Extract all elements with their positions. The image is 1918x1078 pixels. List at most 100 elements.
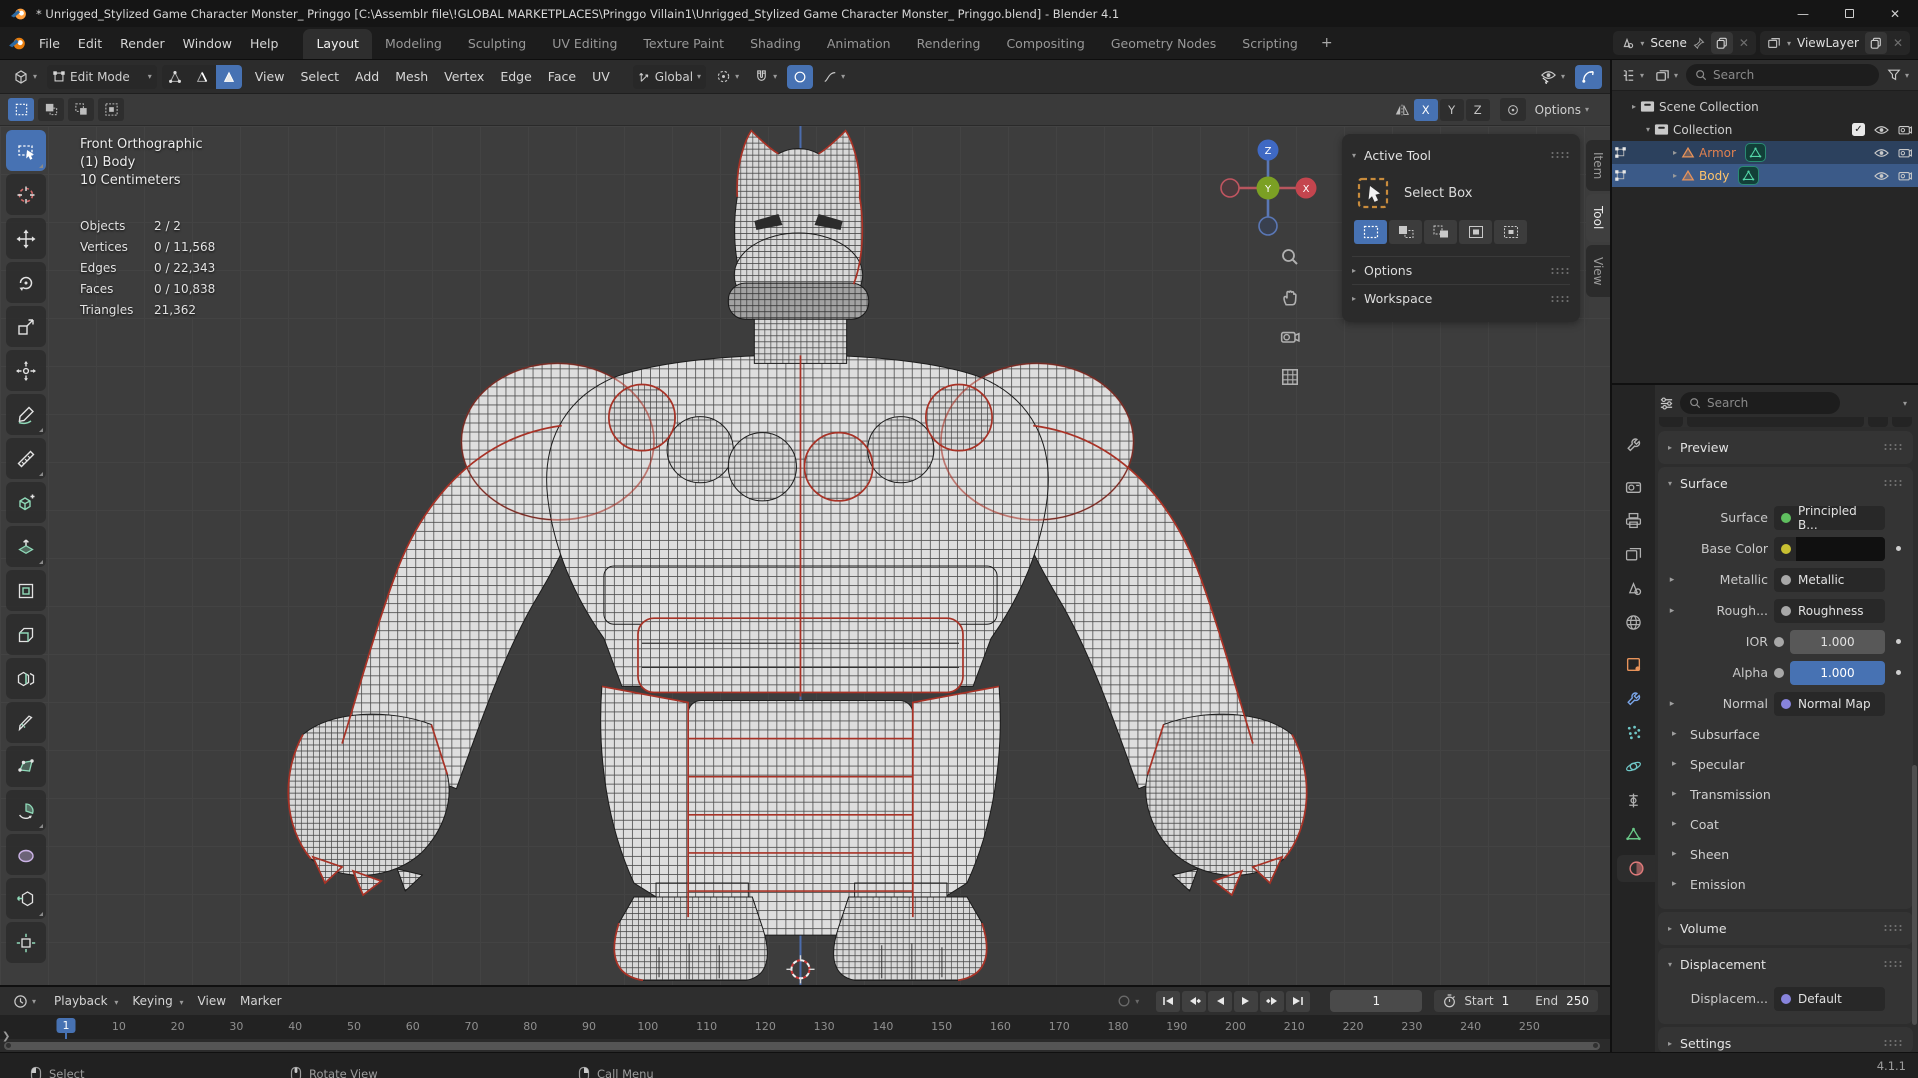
- tool-inset-faces-button[interactable]: [6, 570, 46, 611]
- subpanel-coat[interactable]: ▸ Coat: [1664, 809, 1905, 839]
- properties-tab-constraints[interactable]: [1617, 787, 1651, 814]
- panel-header-volume[interactable]: ▸ Volume: [1658, 913, 1913, 943]
- workspace-tab-sculpting[interactable]: Sculpting: [455, 29, 539, 59]
- face-select-button[interactable]: [215, 64, 242, 89]
- subpanel-emission[interactable]: ▸ Emission: [1664, 869, 1905, 899]
- subpanel-sheen[interactable]: ▸ Sheen: [1664, 839, 1905, 869]
- edge-select-button[interactable]: [189, 65, 215, 89]
- snap-to-symmetry-button[interactable]: [1499, 98, 1526, 121]
- blender-menu-icon[interactable]: [8, 34, 26, 52]
- mirror-axis-z-button[interactable]: Z: [1465, 98, 1490, 121]
- next-keyframe-button[interactable]: [1260, 990, 1285, 1012]
- menu-help[interactable]: Help: [241, 32, 288, 55]
- panel-grip[interactable]: [1550, 151, 1570, 159]
- outliner-row-body[interactable]: ▸ Body: [1612, 164, 1918, 187]
- camera-view-button[interactable]: [1277, 324, 1303, 350]
- outliner-filter-mode-dropdown[interactable]: ▾: [1652, 63, 1681, 87]
- prop-field-base-color[interactable]: [1774, 536, 1885, 561]
- tool-annotate-button[interactable]: [6, 394, 46, 435]
- viewport-menu-mesh[interactable]: Mesh: [387, 66, 436, 87]
- auto-keying-toggle[interactable]: ▾: [1112, 989, 1144, 1013]
- workspace-section[interactable]: Workspace: [1364, 291, 1432, 306]
- tool-loop-cut-button[interactable]: [6, 658, 46, 699]
- panel-expand-icon[interactable]: ▾: [1352, 151, 1356, 160]
- visibility-dropdown[interactable]: ▾: [1535, 65, 1570, 89]
- tool-select-box-button[interactable]: [6, 130, 46, 171]
- outliner-row-scene-collection[interactable]: ▸ Scene Collection: [1612, 95, 1918, 118]
- current-frame-indicator[interactable]: 1: [56, 1018, 76, 1033]
- new-scene-button[interactable]: [1710, 32, 1733, 54]
- prop-field-ior[interactable]: 1.000: [1790, 629, 1885, 654]
- timeline-scrollbar[interactable]: [4, 1041, 1600, 1050]
- expand-toggle[interactable]: ▸: [1673, 171, 1677, 180]
- scene-selector[interactable]: ▾ Scene ✕: [1613, 31, 1756, 55]
- subpanel-transmission[interactable]: ▸ Transmission: [1664, 779, 1905, 809]
- prop-field-alpha[interactable]: 1.000: [1790, 660, 1885, 685]
- outliner-filter-dropdown[interactable]: ▾: [1884, 63, 1912, 87]
- eye-toggle[interactable]: [1874, 148, 1889, 158]
- panel-grip[interactable]: [1883, 960, 1903, 968]
- new-viewlayer-button[interactable]: [1864, 32, 1887, 54]
- timeline-menu-playback[interactable]: Playback ▾: [47, 991, 125, 1011]
- properties-tab-scene[interactable]: [1617, 575, 1651, 602]
- properties-tab-render[interactable]: [1617, 473, 1651, 500]
- menu-edit[interactable]: Edit: [69, 32, 111, 55]
- viewport-menu-select[interactable]: Select: [292, 66, 347, 87]
- subpanel-subsurface[interactable]: ▸ Subsurface: [1664, 719, 1905, 749]
- timeline-menu-marker[interactable]: Marker: [233, 991, 288, 1011]
- outliner-search-input[interactable]: Search: [1686, 64, 1879, 86]
- timeline-menu-view[interactable]: View: [191, 991, 233, 1011]
- workspace-tab-rendering[interactable]: Rendering: [904, 29, 994, 59]
- camera-toggle[interactable]: [1898, 124, 1912, 136]
- play-reverse-button[interactable]: [1208, 990, 1233, 1012]
- workspace-tab-geometry-nodes[interactable]: Geometry Nodes: [1098, 29, 1229, 59]
- properties-options-dropdown[interactable]: ▾: [1898, 391, 1912, 415]
- tool-smooth-button[interactable]: [6, 834, 46, 875]
- outliner-row-armor[interactable]: ▸ Armor: [1612, 141, 1918, 164]
- menu-file[interactable]: File: [30, 32, 69, 55]
- tool-options-dropdown[interactable]: Options ▾: [1530, 98, 1594, 122]
- timeline-ruler[interactable]: 1 10 20 30 40 50 60 70 80 90 100 110 120 130 140 150 16…: [0, 1015, 1610, 1055]
- mirror-axis-x-button[interactable]: X: [1413, 98, 1438, 121]
- tool-rotate-button[interactable]: [6, 262, 46, 303]
- workspace-tab-compositing[interactable]: Compositing: [993, 29, 1097, 59]
- viewport-menu-vertex[interactable]: Vertex: [436, 66, 492, 87]
- workspace-tab-layout[interactable]: Layout: [303, 29, 372, 59]
- tool-scale-button[interactable]: [6, 306, 46, 347]
- camera-toggle[interactable]: [1898, 147, 1912, 159]
- expand-toggle[interactable]: ▾: [1646, 125, 1650, 134]
- properties-tab-particles[interactable]: [1617, 719, 1651, 746]
- mode-extend-button[interactable]: [1389, 220, 1422, 244]
- collection-checkbox[interactable]: ✓: [1852, 123, 1865, 136]
- properties-tab-world[interactable]: [1617, 609, 1651, 636]
- workspace-tab-texture-paint[interactable]: Texture Paint: [630, 29, 737, 59]
- editor-type-button[interactable]: ▾: [8, 65, 42, 89]
- proportional-falloff-dropdown[interactable]: ▾: [818, 65, 850, 89]
- snap-dropdown[interactable]: ▾: [749, 65, 782, 89]
- subpanel-specular[interactable]: ▸ Specular: [1664, 749, 1905, 779]
- jump-to-start-button[interactable]: [1156, 990, 1181, 1012]
- viewport-menu-face[interactable]: Face: [540, 66, 584, 87]
- properties-tab-material[interactable]: [1616, 855, 1657, 882]
- properties-tab-object[interactable]: [1617, 651, 1651, 678]
- unlink-scene-button[interactable]: ✕: [1739, 36, 1749, 50]
- properties-scrollbar[interactable]: [1912, 765, 1917, 1025]
- current-frame-field[interactable]: 1: [1330, 990, 1423, 1012]
- pivot-point-dropdown[interactable]: ▾: [711, 65, 744, 89]
- workspace-tab-uv-editing[interactable]: UV Editing: [539, 29, 630, 59]
- select-mode-intersect-button[interactable]: [98, 98, 124, 121]
- panel-grip[interactable]: [1883, 924, 1903, 932]
- properties-tab-data[interactable]: [1617, 821, 1651, 848]
- color-swatch[interactable]: [1796, 536, 1885, 561]
- maximize-button[interactable]: [1826, 0, 1872, 27]
- viewport-menu-uv[interactable]: UV: [584, 66, 618, 87]
- viewport-menu-add[interactable]: Add: [347, 66, 387, 87]
- prop-field-normal[interactable]: Normal Map: [1774, 691, 1885, 716]
- mode-invert-button[interactable]: [1459, 220, 1492, 244]
- outliner-display-mode-dropdown[interactable]: ▾: [1618, 63, 1647, 87]
- jump-to-end-button[interactable]: [1286, 990, 1311, 1012]
- panel-header-settings[interactable]: ▸ Settings: [1658, 1028, 1913, 1052]
- animate-decorator[interactable]: [1891, 670, 1905, 675]
- minimize-button[interactable]: —: [1780, 0, 1826, 27]
- properties-tab-output[interactable]: [1617, 507, 1651, 534]
